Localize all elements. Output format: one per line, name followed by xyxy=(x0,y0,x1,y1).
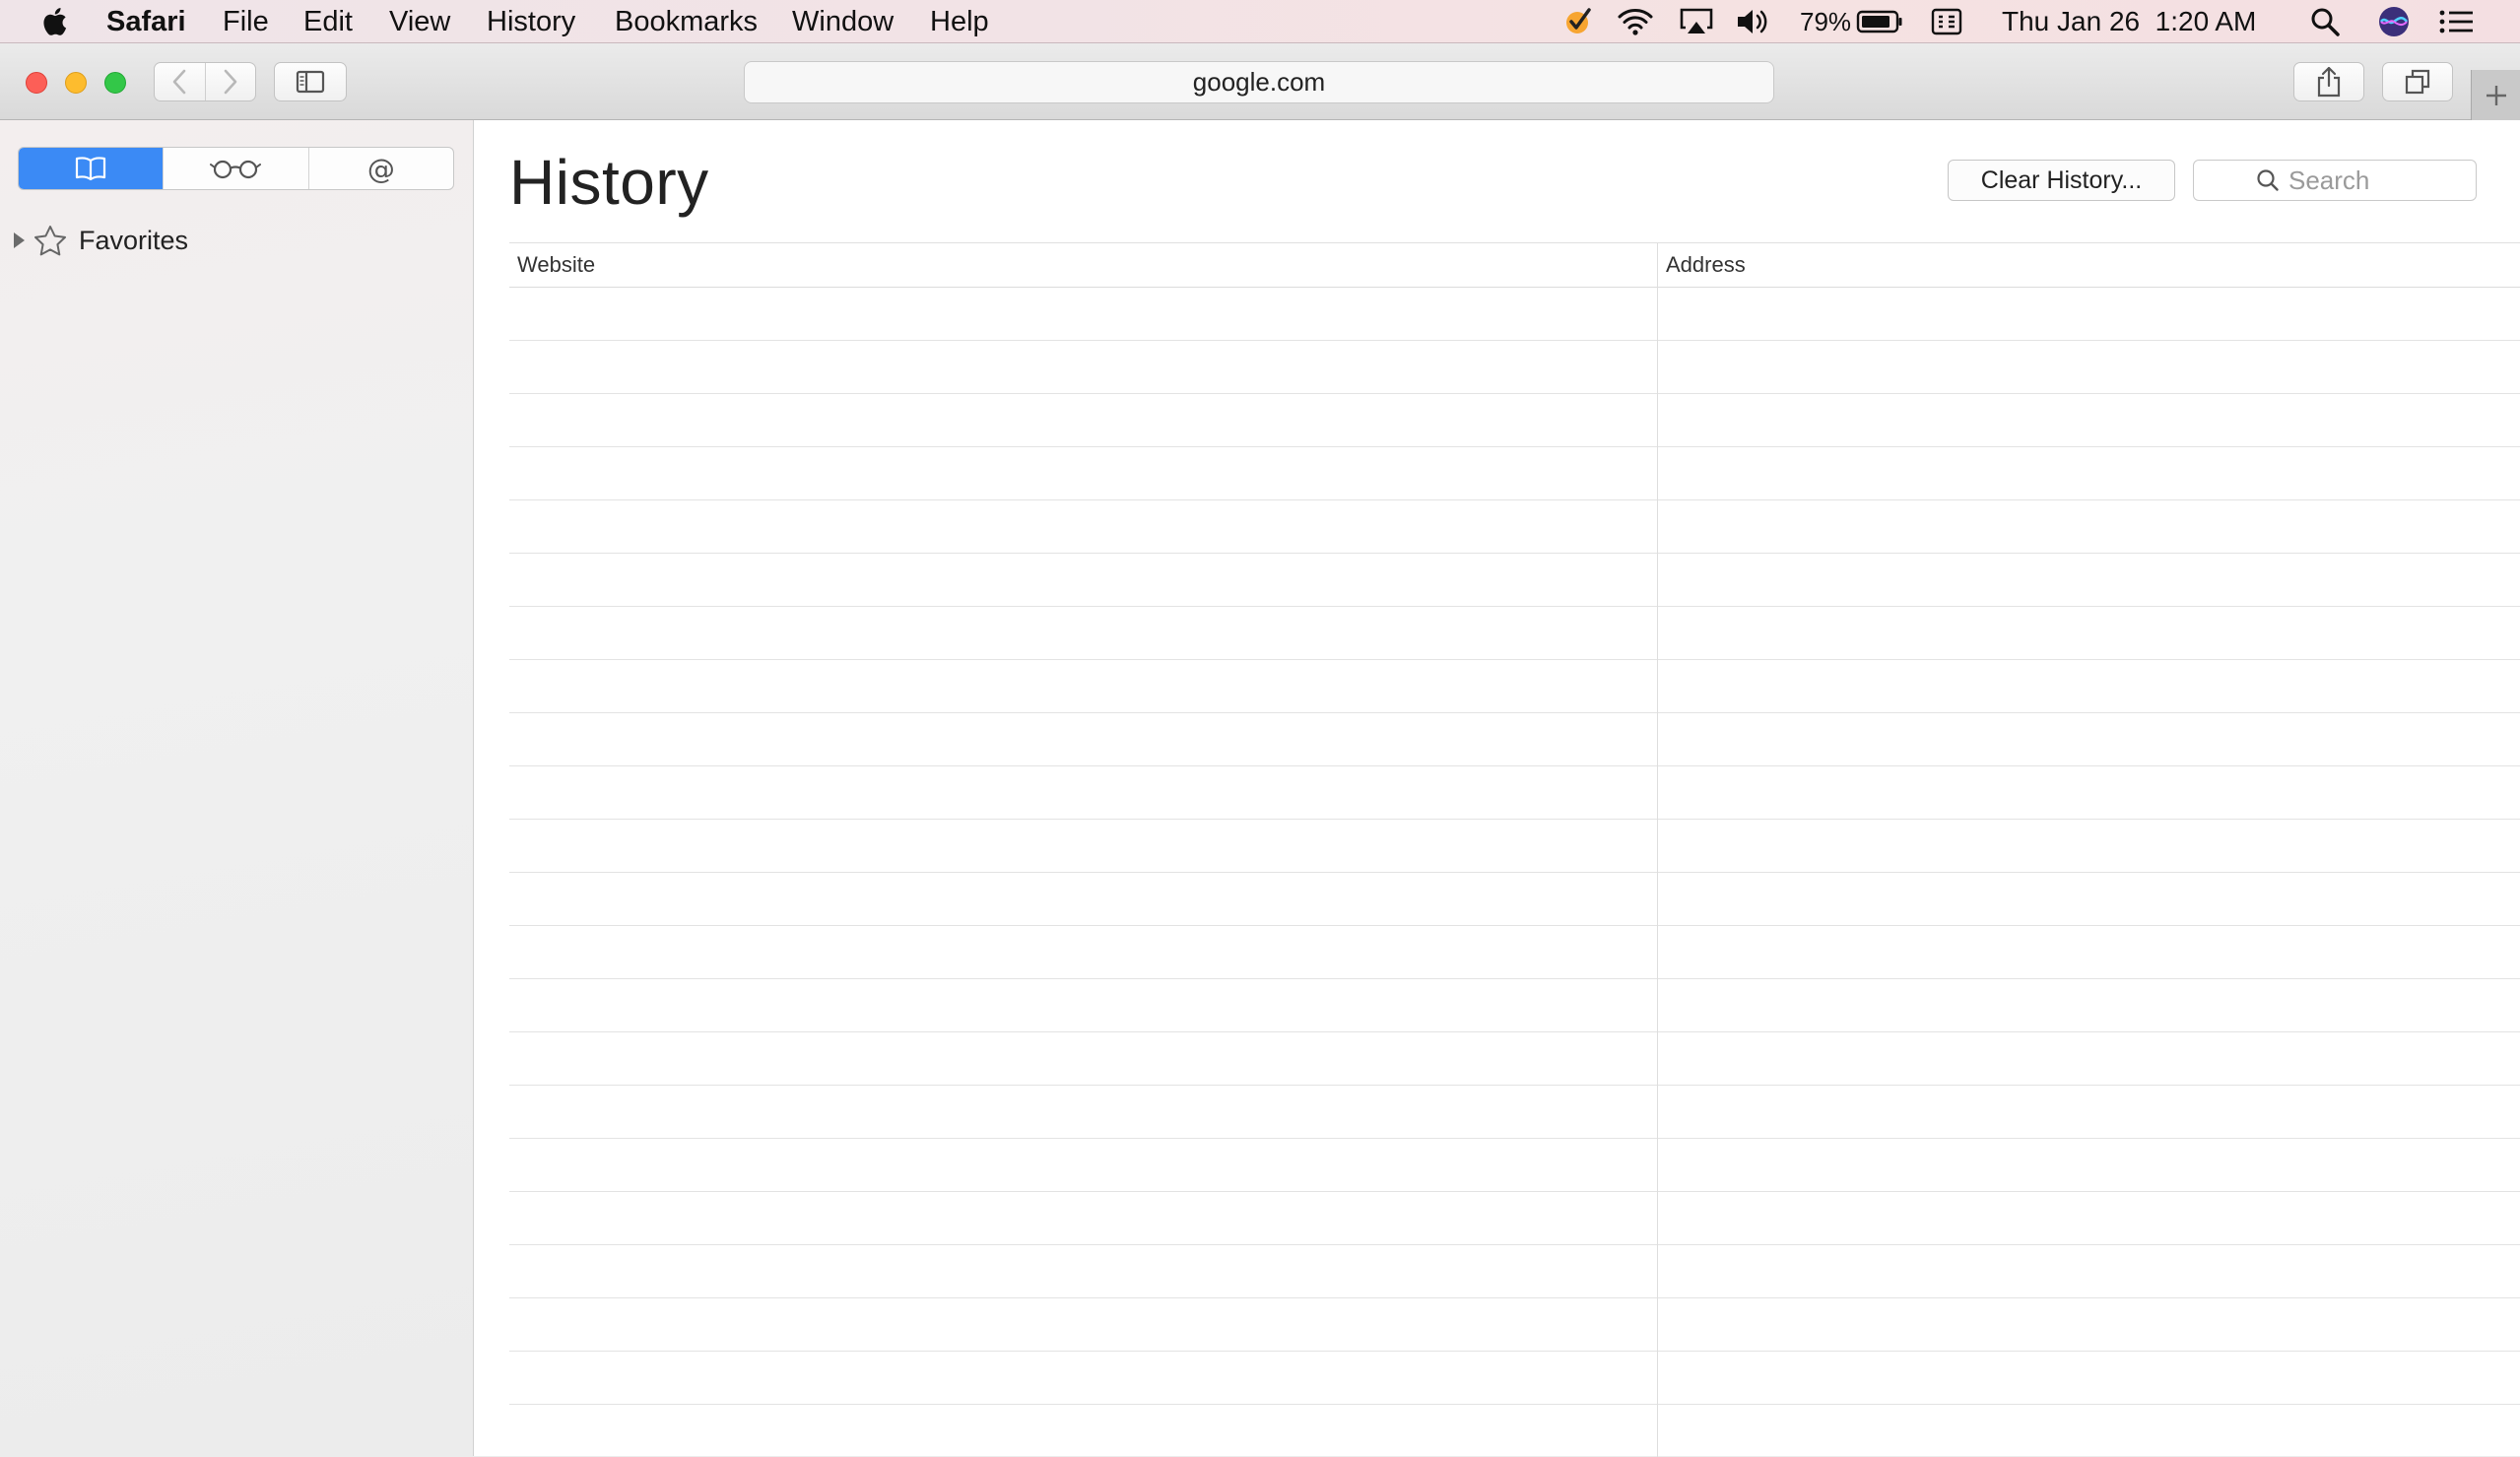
wifi-icon[interactable] xyxy=(1616,4,1655,39)
history-rows xyxy=(509,288,2520,1405)
page-title: History xyxy=(509,147,709,218)
back-forward-group xyxy=(154,62,256,101)
menu-app-name[interactable]: Safari xyxy=(106,0,186,43)
tab-shared-links[interactable]: @ xyxy=(309,148,453,189)
table-row xyxy=(509,1032,2520,1086)
airplay-icon[interactable] xyxy=(1677,4,1716,39)
siri-icon[interactable] xyxy=(2376,4,2412,39)
menu-edit[interactable]: Edit xyxy=(303,0,353,43)
history-search-field[interactable] xyxy=(2193,160,2477,201)
bookmarks-icon xyxy=(76,157,106,181)
tab-bookmarks[interactable] xyxy=(19,148,165,189)
chevron-right-icon xyxy=(224,69,237,95)
close-window-button[interactable] xyxy=(26,72,47,94)
favorites-label: Favorites xyxy=(79,225,189,255)
table-row xyxy=(509,1298,2520,1352)
show-all-tabs-button[interactable] xyxy=(2382,62,2453,101)
history-table: Website Address xyxy=(509,242,2520,1457)
sidebar-tab-control: @ xyxy=(18,147,454,190)
apple-icon[interactable] xyxy=(39,4,69,39)
clear-history-button[interactable]: Clear History... xyxy=(1948,160,2175,201)
tabs-overview-icon xyxy=(2405,69,2430,95)
chevron-left-icon xyxy=(172,69,186,95)
column-header-address[interactable]: Address xyxy=(1666,243,1746,287)
table-row xyxy=(509,1139,2520,1192)
notification-center-icon[interactable] xyxy=(2437,4,2477,39)
table-row xyxy=(509,1086,2520,1139)
table-row xyxy=(509,820,2520,873)
zoom-window-button[interactable] xyxy=(104,72,126,94)
sidebar: @ Favorites xyxy=(0,120,474,1456)
battery-icon[interactable] xyxy=(1856,4,1903,39)
star-icon xyxy=(34,226,66,256)
sidebar-toggle-button[interactable] xyxy=(274,62,347,101)
battery-percent: 79% xyxy=(1800,7,1852,36)
tab-reading-list[interactable] xyxy=(164,148,309,189)
plus-icon xyxy=(2486,85,2506,105)
keyboard-viewer-icon[interactable] xyxy=(1929,4,1964,39)
table-row xyxy=(509,554,2520,607)
share-icon xyxy=(2317,66,2341,98)
menu-window[interactable]: Window xyxy=(792,0,894,43)
table-row xyxy=(509,447,2520,500)
menu-help[interactable]: Help xyxy=(930,0,989,43)
table-header: Website Address xyxy=(509,243,2520,288)
table-row xyxy=(509,341,2520,394)
table-row xyxy=(509,873,2520,926)
browser-toolbar: google.com xyxy=(0,43,2520,120)
share-button[interactable] xyxy=(2293,62,2364,101)
shared-links-icon: @ xyxy=(366,152,395,185)
table-row xyxy=(509,660,2520,713)
reading-list-icon xyxy=(210,160,262,179)
menu-bookmarks[interactable]: Bookmarks xyxy=(615,0,758,43)
column-header-website[interactable]: Website xyxy=(517,243,595,287)
address-text: google.com xyxy=(1192,67,1326,97)
minimize-window-button[interactable] xyxy=(65,72,87,94)
table-row xyxy=(509,766,2520,820)
forward-button[interactable] xyxy=(206,63,256,100)
menu-view[interactable]: View xyxy=(389,0,450,43)
menu-bar: Safari File Edit View History Bookmarks … xyxy=(0,0,2520,43)
checkmark-app-icon[interactable] xyxy=(1560,4,1596,39)
table-row xyxy=(509,394,2520,447)
spotlight-search-icon[interactable] xyxy=(2307,4,2343,39)
table-row xyxy=(509,288,2520,341)
table-row xyxy=(509,1245,2520,1298)
back-button[interactable] xyxy=(155,63,206,100)
table-row xyxy=(509,1352,2520,1405)
disclosure-triangle-icon[interactable] xyxy=(12,232,26,249)
table-row xyxy=(509,607,2520,660)
menu-clock[interactable]: Thu Jan 26 1:20 AM xyxy=(2002,0,2256,43)
menu-file[interactable]: File xyxy=(223,0,269,43)
table-row xyxy=(509,926,2520,979)
history-page: History Clear History... Website Address xyxy=(474,120,2520,1457)
volume-icon[interactable] xyxy=(1734,4,1773,39)
sidebar-item-favorites[interactable]: Favorites xyxy=(12,219,188,262)
new-tab-button[interactable] xyxy=(2471,70,2520,120)
column-divider[interactable] xyxy=(1657,243,1658,1457)
search-input[interactable] xyxy=(2288,165,2466,196)
search-icon xyxy=(2257,169,2279,191)
table-row xyxy=(509,979,2520,1032)
sidebar-icon xyxy=(296,70,325,94)
address-bar[interactable]: google.com xyxy=(744,61,1774,103)
menu-history[interactable]: History xyxy=(487,0,575,43)
table-row xyxy=(509,713,2520,766)
table-row xyxy=(509,1192,2520,1245)
table-row xyxy=(509,500,2520,554)
